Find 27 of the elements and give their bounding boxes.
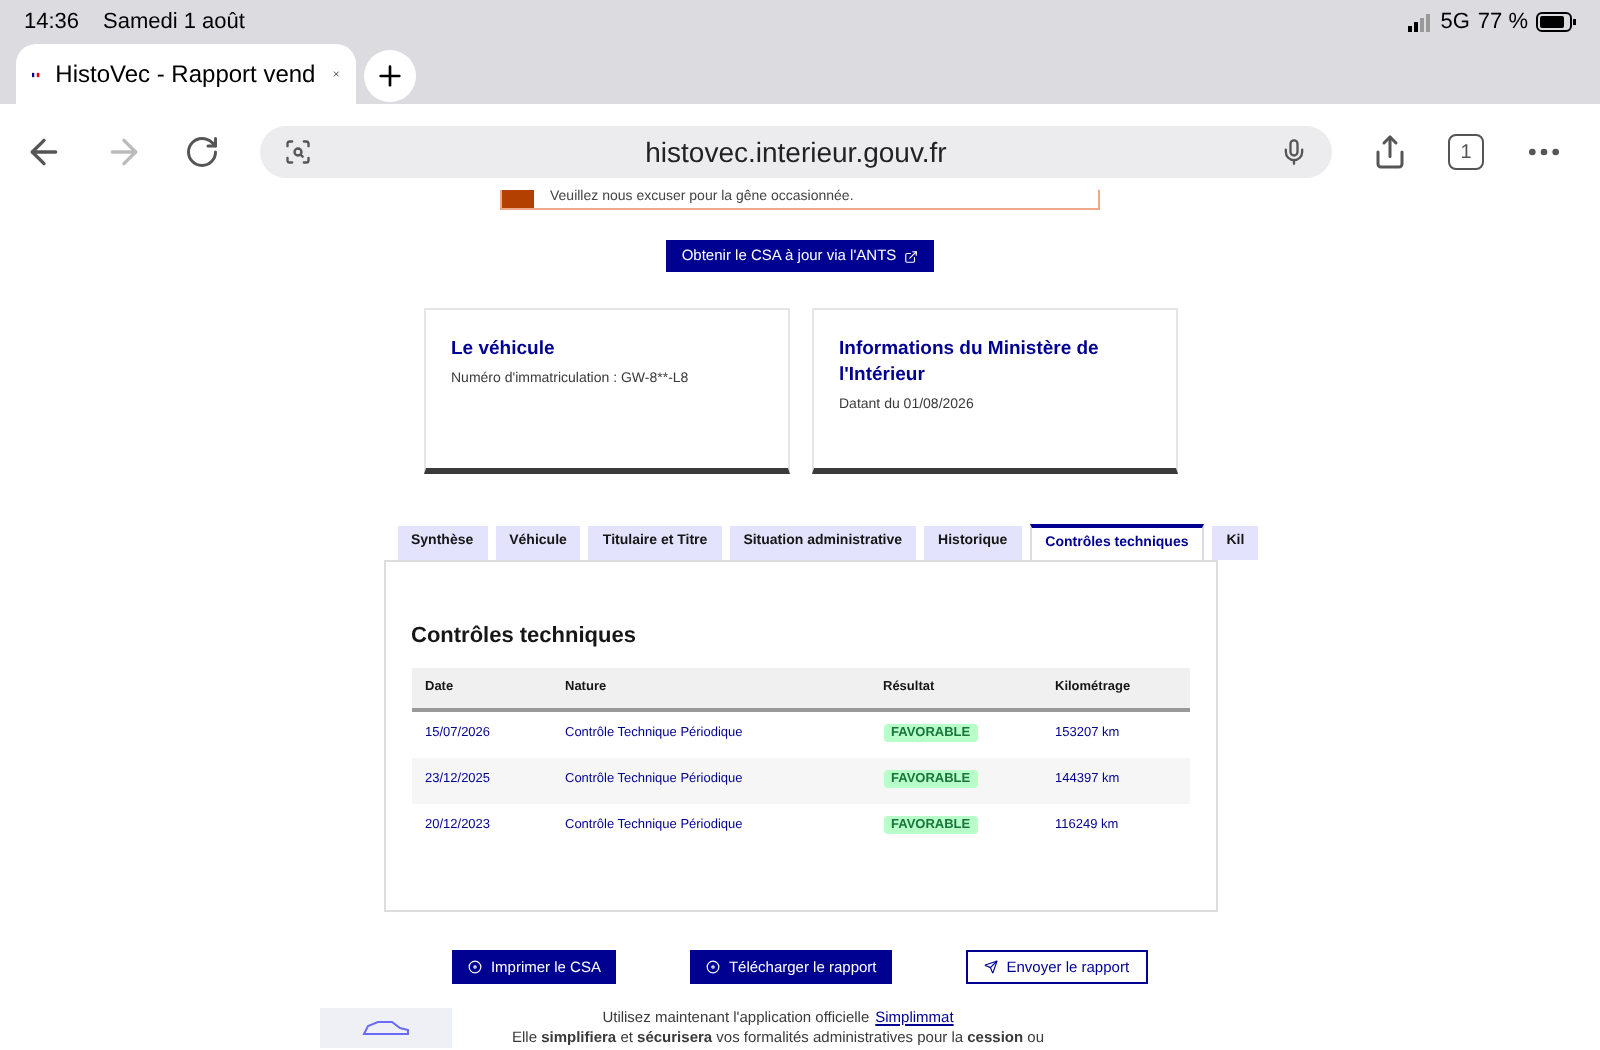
address-bar[interactable]: histovec.interieur.gouv.fr bbox=[260, 126, 1332, 178]
share-icon[interactable] bbox=[1372, 134, 1408, 170]
section-title: Contrôles techniques bbox=[411, 622, 638, 652]
alert-marker bbox=[502, 190, 534, 208]
tab-count-button[interactable]: 1 bbox=[1448, 134, 1484, 170]
flag-icon bbox=[32, 67, 40, 81]
status-date: Samedi 1 août bbox=[103, 7, 245, 38]
external-link-icon bbox=[904, 249, 919, 263]
url-text: histovec.interieur.gouv.fr bbox=[643, 133, 949, 172]
microphone-icon[interactable] bbox=[1280, 138, 1308, 166]
tab-title: HistoVec - Rapport vend bbox=[55, 58, 316, 92]
send-icon bbox=[984, 960, 999, 974]
battery-label: 77 % bbox=[1477, 7, 1528, 38]
disc-icon bbox=[468, 960, 483, 974]
reload-icon[interactable] bbox=[184, 134, 220, 170]
status-time: 14:36 bbox=[24, 7, 80, 38]
browser-tab[interactable]: HistoVec - Rapport vend bbox=[16, 44, 356, 104]
new-tab-button[interactable] bbox=[364, 50, 416, 102]
card-title: Informations du Ministère de l'Intérieur bbox=[839, 336, 1101, 388]
signal-icon bbox=[1408, 13, 1433, 31]
card-title: Le véhicule bbox=[451, 336, 557, 362]
network-label: 5G bbox=[1440, 7, 1470, 38]
battery-icon bbox=[1536, 12, 1576, 32]
car-icon bbox=[360, 1018, 412, 1038]
scan-icon[interactable] bbox=[284, 138, 312, 166]
disc-icon bbox=[706, 960, 721, 974]
plus-icon bbox=[374, 60, 406, 92]
